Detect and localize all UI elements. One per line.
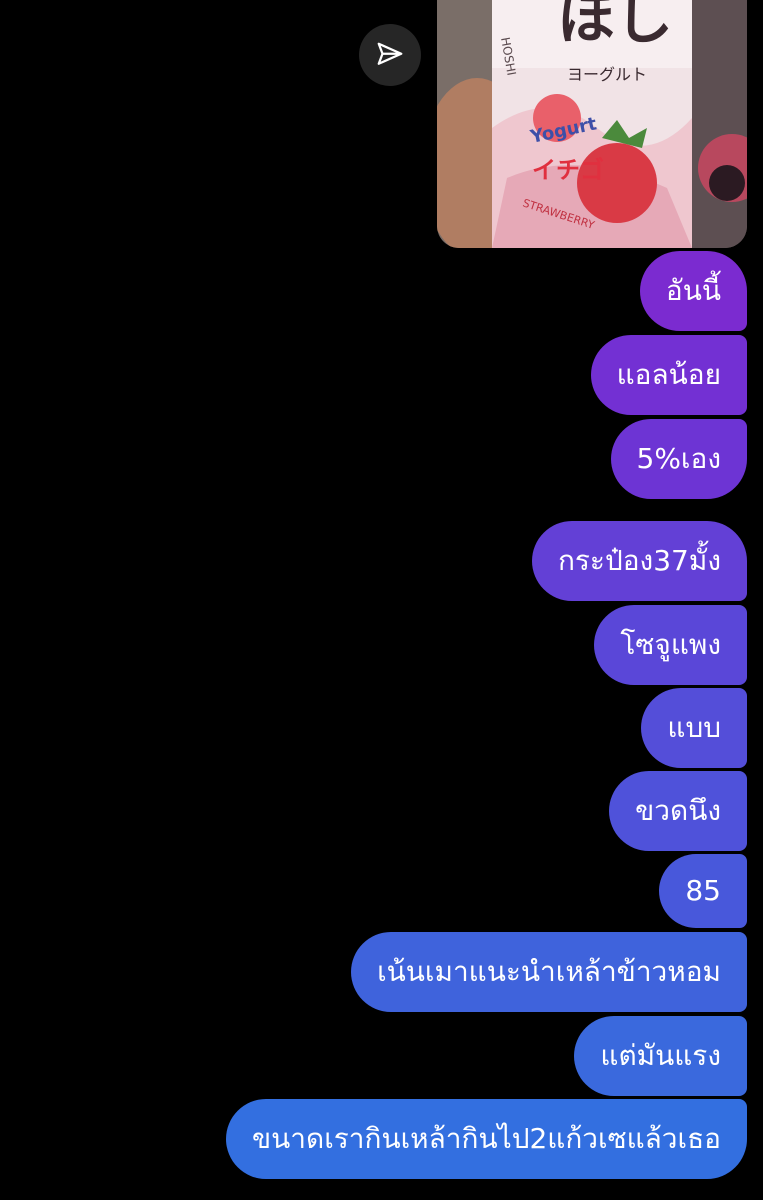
message-text: ขวดนึง (635, 794, 721, 827)
message-text: แบบ (667, 711, 721, 744)
message-text: เน้นเมาแนะนำเหล้าข้าวหอม (377, 955, 721, 988)
message-bubble[interactable]: อันนี้ (639, 251, 747, 331)
can-flavor-kana: イチゴ (532, 156, 604, 184)
message-bubble[interactable]: แบบ (641, 688, 747, 768)
message-bubble[interactable]: 5%เอง (610, 419, 747, 499)
message-text: แต่มันแรง (600, 1039, 721, 1072)
message-bubble[interactable]: 85 (659, 854, 747, 928)
message-bubble[interactable]: ขนาดเรากินเหล้ากินไป2แก้วเซแล้วเธอ (226, 1099, 747, 1179)
can-brand-glyphs: ほし (557, 0, 673, 52)
share-button[interactable] (359, 24, 421, 86)
message-bubble[interactable]: แต่มันแรง (574, 1016, 747, 1096)
message-bubble[interactable]: โซจูแพง (594, 605, 747, 685)
can-subtitle: ヨーグルト (567, 65, 647, 84)
message-text: 85 (685, 874, 721, 907)
drink-can-image: ほし HOSHI ヨーグルト Yogurt イチゴ STRAWBERRY (437, 0, 747, 248)
message-bubble[interactable]: แอลน้อย (590, 335, 747, 415)
shared-photo[interactable]: ほし HOSHI ヨーグルト Yogurt イチゴ STRAWBERRY (437, 0, 747, 248)
message-text: ขนาดเรากินเหล้ากินไป2แก้วเซแล้วเธอ (252, 1122, 721, 1155)
paper-plane-icon (377, 42, 403, 65)
message-text: แอลน้อย (616, 358, 721, 391)
message-text: 5%เอง (636, 442, 721, 475)
message-bubble[interactable]: ขวดนึง (609, 771, 747, 851)
message-bubble[interactable]: กระป๋อง37มั้ง (531, 521, 747, 601)
message-bubble[interactable]: เน้นเมาแนะนำเหล้าข้าวหอม (351, 932, 747, 1012)
message-text: กระป๋อง37มั้ง (557, 544, 721, 577)
message-text: อันนี้ (665, 274, 721, 307)
message-text: โซจูแพง (620, 628, 721, 661)
